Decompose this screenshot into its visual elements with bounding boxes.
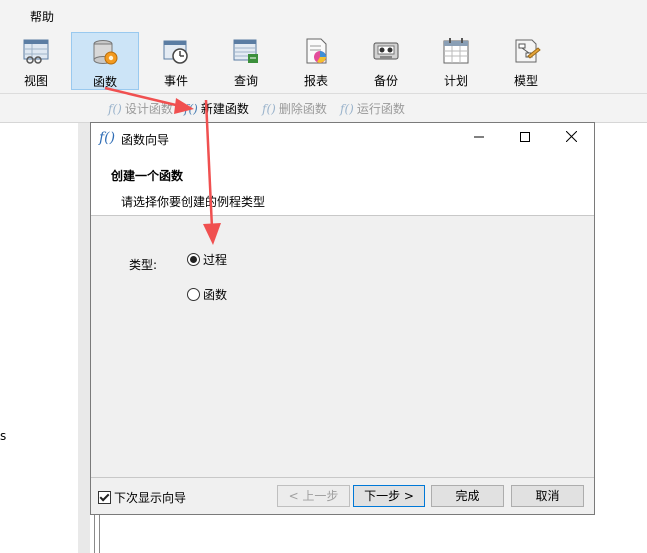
- delete-function-button[interactable]: f() 删除函数: [262, 100, 327, 117]
- event-icon: [163, 40, 188, 64]
- design-function-button[interactable]: f() 设计函数: [108, 100, 173, 117]
- function-fx-icon: f(): [99, 130, 116, 146]
- wizard-step-title: 创建一个函数: [111, 169, 184, 183]
- footer-divider: [91, 477, 594, 478]
- toolbar-function-button[interactable]: 函数: [71, 32, 139, 90]
- new-function-button[interactable]: f() 新建函数: [184, 100, 249, 117]
- minimize-button[interactable]: [456, 123, 502, 153]
- toolbar-report-label: 报表: [303, 74, 328, 88]
- cancel-button[interactable]: 取消: [511, 485, 584, 507]
- toolbar-report-button[interactable]: 报表: [282, 32, 350, 90]
- prev-button[interactable]: < 上一步: [277, 485, 350, 507]
- run-function-button[interactable]: f() 运行函数: [340, 100, 405, 117]
- dialog-title: 函数向导: [121, 133, 170, 147]
- design-function-label: 设计函数: [124, 102, 173, 116]
- toolbar-backup-button[interactable]: 备份: [352, 32, 420, 90]
- toolbar-view-button[interactable]: 视图: [2, 32, 70, 90]
- left-panel-text: s: [0, 429, 7, 443]
- dialog-titlebar[interactable]: f() 函数向导: [91, 123, 594, 153]
- query-icon: [233, 39, 258, 63]
- close-icon: [565, 130, 577, 143]
- radio-procedure[interactable]: 过程: [187, 251, 227, 268]
- report-icon: [306, 38, 327, 64]
- splitter-line: [94, 515, 95, 553]
- radio-procedure-label: 过程: [203, 253, 228, 267]
- next-button[interactable]: 下一步 >: [353, 485, 425, 507]
- panel-splitter[interactable]: [78, 123, 90, 553]
- radio-function-label: 函数: [203, 288, 228, 302]
- wizard-header: 创建一个函数 请选择你要创建的例程类型: [91, 153, 594, 216]
- delete-function-label: 删除函数: [278, 102, 327, 116]
- toolbar-event-button[interactable]: 事件: [142, 32, 210, 90]
- toolbar-model-label: 模型: [513, 74, 538, 88]
- show-wizard-next-time-checkbox[interactable]: 下次显示向导: [98, 489, 186, 506]
- toolbar-view-label: 视图: [23, 74, 48, 88]
- function-wizard-dialog: f() 函数向导 创建一个函数 请选择你要创建的例程类型 类型: 过程 函数 下…: [90, 122, 595, 515]
- maximize-button[interactable]: [502, 123, 548, 153]
- splitter-line: [99, 515, 100, 553]
- toolbar-query-label: 查询: [233, 74, 258, 88]
- radio-function[interactable]: 函数: [187, 286, 227, 303]
- main-toolbar: 视图 函数 事件 查询 报表 备份 计划 模型: [0, 30, 647, 94]
- radio-checked-icon[interactable]: [187, 253, 200, 266]
- toolbar-model-button[interactable]: 模型: [492, 32, 560, 90]
- function-subtoolbar: f() 设计函数 f() 新建函数 f() 删除函数 f() 运行函数: [0, 94, 647, 123]
- menu-bar: 帮助: [0, 0, 647, 30]
- schedule-icon: [443, 38, 469, 64]
- type-label: 类型:: [129, 258, 158, 272]
- function-fx-icon: f(): [340, 102, 354, 116]
- radio-unchecked-icon[interactable]: [187, 288, 200, 301]
- show-wizard-next-time-label: 下次显示向导: [114, 491, 187, 505]
- toolbar-event-label: 事件: [163, 74, 188, 88]
- view-icon: [23, 39, 49, 64]
- new-function-label: 新建函数: [200, 102, 249, 116]
- toolbar-function-label: 函数: [92, 75, 117, 89]
- function-icon: [93, 40, 118, 65]
- toolbar-backup-label: 备份: [373, 74, 398, 88]
- object-list-panel: s: [0, 123, 78, 553]
- maximize-icon: [520, 132, 530, 142]
- close-button[interactable]: [548, 123, 594, 153]
- toolbar-query-button[interactable]: 查询: [212, 32, 280, 90]
- function-fx-icon: f(): [184, 102, 198, 116]
- backup-icon: [373, 42, 399, 60]
- model-icon: [515, 39, 541, 63]
- finish-button[interactable]: 完成: [431, 485, 504, 507]
- toolbar-schedule-label: 计划: [443, 74, 468, 88]
- run-function-label: 运行函数: [356, 102, 405, 116]
- menu-help[interactable]: 帮助: [30, 8, 54, 25]
- wizard-step-subtitle: 请选择你要创建的例程类型: [121, 195, 266, 209]
- toolbar-schedule-button[interactable]: 计划: [422, 32, 490, 90]
- function-fx-icon: f(): [108, 102, 122, 116]
- checkbox-checked-icon[interactable]: [98, 491, 111, 504]
- minimize-icon: [474, 136, 484, 138]
- function-fx-icon: f(): [262, 102, 276, 116]
